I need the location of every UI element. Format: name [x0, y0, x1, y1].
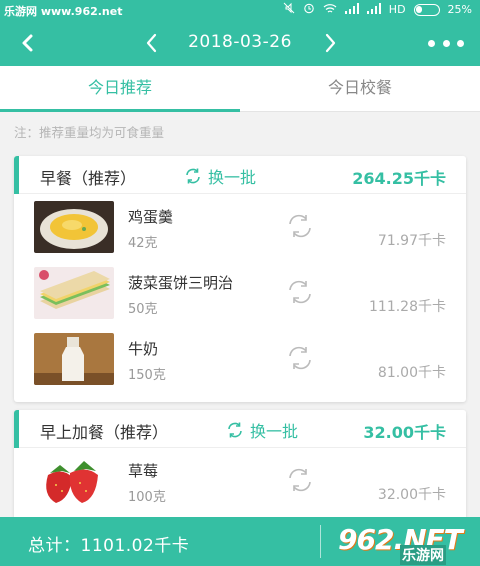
meal-card-breakfast: 早餐（推荐） 换一批 264.25千卡 鸡蛋羹 42克 71.97千卡 菠菜蛋饼…	[14, 156, 466, 402]
food-kcal: 81.00千卡	[377, 365, 446, 381]
watermark: 乐游网 www.962.net	[4, 5, 123, 18]
wifi-icon	[323, 3, 337, 17]
dot-icon	[428, 39, 435, 47]
weight-note: 注：推荐重量均为可食重量	[14, 125, 165, 140]
meal-card-morning-snack: 早上加餐（推荐） 换一批 32.00千卡 草莓 100克 32.00千卡	[14, 410, 466, 520]
food-name: 鸡蛋羹	[128, 208, 174, 226]
meal-header: 早餐（推荐） 换一批 264.25千卡	[14, 156, 466, 194]
swap-batch-label: 换一批	[208, 168, 257, 187]
swap-food-icon[interactable]	[286, 346, 314, 370]
swap-batch-button[interactable]: 换一批	[184, 164, 256, 188]
tab-today-school-meal[interactable]: 今日校餐	[240, 66, 480, 111]
sandwich-image	[34, 267, 114, 319]
status-bar: 乐游网 www.962.net HD 25%	[0, 0, 480, 20]
food-weight: 150克	[128, 368, 166, 383]
dot-icon	[442, 39, 450, 47]
food-weight: 42克	[128, 236, 158, 251]
meal-header: 早上加餐（推荐） 换一批 32.00千卡	[14, 410, 466, 448]
swap-food-icon[interactable]	[286, 280, 314, 304]
refresh-icon	[186, 168, 200, 184]
strawberry-image	[34, 455, 114, 507]
logo-subtext: 乐游网	[400, 545, 446, 565]
food-name: 牛奶	[128, 340, 159, 358]
chevron-right-icon	[325, 33, 336, 53]
site-logo: 962.NET 乐游网	[338, 523, 474, 565]
top-bar: 乐游网 www.962.net HD 25% 2018-03-26	[0, 0, 480, 66]
meal-title: 早上加餐（推荐）	[40, 423, 169, 442]
app-header: 2018-03-26	[0, 20, 480, 66]
food-item[interactable]: 牛奶 150克 81.00千卡	[14, 326, 466, 392]
food-item[interactable]: 鸡蛋羹 42克 71.97千卡	[14, 194, 466, 260]
previous-day-button[interactable]	[138, 28, 166, 58]
food-weight: 50克	[128, 302, 158, 317]
swap-food-icon[interactable]	[286, 214, 314, 238]
alarm-icon	[303, 2, 315, 17]
daily-total-kcal: 总计：1101.02千卡	[28, 536, 190, 556]
back-button[interactable]	[14, 28, 42, 58]
swap-batch-button[interactable]: 换一批	[226, 418, 298, 442]
network-type: HD	[388, 3, 406, 16]
divider	[320, 525, 321, 558]
more-menu-button[interactable]	[428, 36, 464, 50]
food-name: 草莓	[128, 462, 159, 480]
arrow-left-icon	[22, 34, 33, 52]
battery-icon	[413, 3, 440, 16]
signal-icon-2	[366, 2, 381, 17]
next-day-button[interactable]	[316, 28, 344, 58]
bottom-bar: 总计：1101.02千卡 962.NET 乐游网	[0, 517, 480, 566]
tab-bar: 今日推荐 今日校餐	[0, 66, 480, 112]
battery-level: 25%	[447, 3, 472, 16]
food-name: 菠菜蛋饼三明治	[128, 274, 234, 292]
refresh-icon	[228, 422, 242, 438]
meal-total-kcal: 32.00千卡	[363, 423, 446, 442]
tab-today-recommend[interactable]: 今日推荐	[0, 66, 240, 112]
food-kcal: 71.97千卡	[377, 233, 446, 249]
food-item[interactable]: 草莓 100克 32.00千卡	[14, 448, 466, 514]
food-kcal: 32.00千卡	[377, 487, 446, 503]
signal-icon	[344, 2, 359, 17]
swap-batch-label: 换一批	[250, 422, 299, 441]
meal-title: 早餐（推荐）	[40, 169, 137, 188]
mute-icon	[283, 2, 295, 17]
chevron-left-icon	[146, 33, 157, 53]
egg-custard-image	[34, 201, 114, 253]
swap-food-icon[interactable]	[286, 468, 314, 492]
status-icons: HD 25%	[283, 2, 472, 17]
food-weight: 100克	[128, 490, 166, 505]
food-item[interactable]: 菠菜蛋饼三明治 50克 111.28千卡	[14, 260, 466, 326]
milk-image	[34, 333, 114, 385]
dot-icon	[457, 39, 464, 47]
food-kcal: 111.28千卡	[369, 299, 446, 315]
current-date[interactable]: 2018-03-26	[170, 32, 310, 52]
meal-total-kcal: 264.25千卡	[352, 169, 446, 188]
